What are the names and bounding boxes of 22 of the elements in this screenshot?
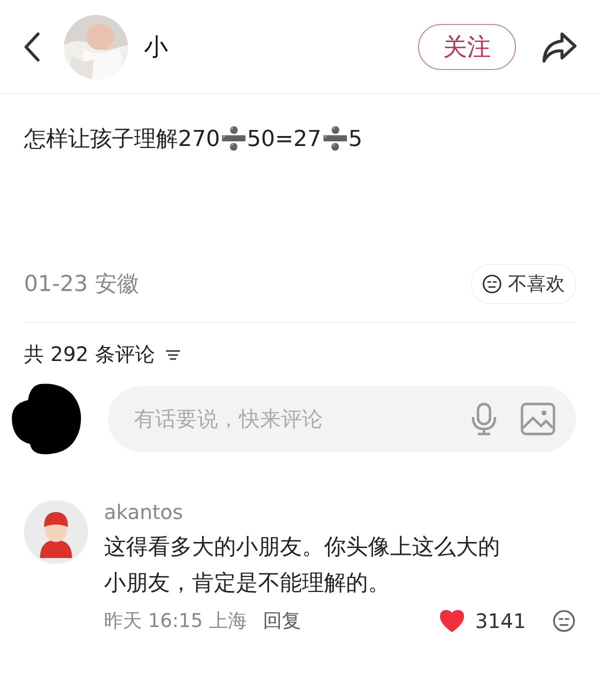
author-name: 小: [144, 32, 169, 62]
heart-icon[interactable]: [439, 609, 466, 633]
like-count: 3141: [475, 609, 526, 633]
neutral-face-icon: [482, 274, 502, 294]
comment-input[interactable]: 有话要说，快来评论: [132, 406, 448, 432]
post-meta: 01-23 安徽: [24, 271, 139, 299]
avatar-icon: [24, 500, 88, 564]
comment-count: 共 292 条评论: [24, 341, 155, 368]
comment-text: 这得看多大的小朋友。你头像上这么大的小朋友，肯定是不能理解的。: [104, 534, 501, 598]
neutral-face-icon[interactable]: [552, 609, 576, 633]
microphone-icon[interactable]: [470, 402, 498, 436]
comment-field[interactable]: 有话要说，快来评论: [108, 386, 576, 452]
sort-icon[interactable]: [164, 348, 181, 362]
image-icon[interactable]: [520, 402, 556, 436]
reply-link[interactable]: 回复: [262, 608, 301, 634]
back-icon[interactable]: [22, 30, 42, 62]
follow-button[interactable]: 关注: [418, 24, 516, 70]
share-icon[interactable]: [540, 30, 578, 64]
post-title: 怎样让孩子理解270➗50=27➗5: [24, 125, 364, 154]
dislike-button[interactable]: 不喜欢: [471, 264, 576, 304]
comment-username[interactable]: akantos: [104, 500, 576, 524]
comment-time: 昨天 16:15 上海: [104, 609, 247, 634]
